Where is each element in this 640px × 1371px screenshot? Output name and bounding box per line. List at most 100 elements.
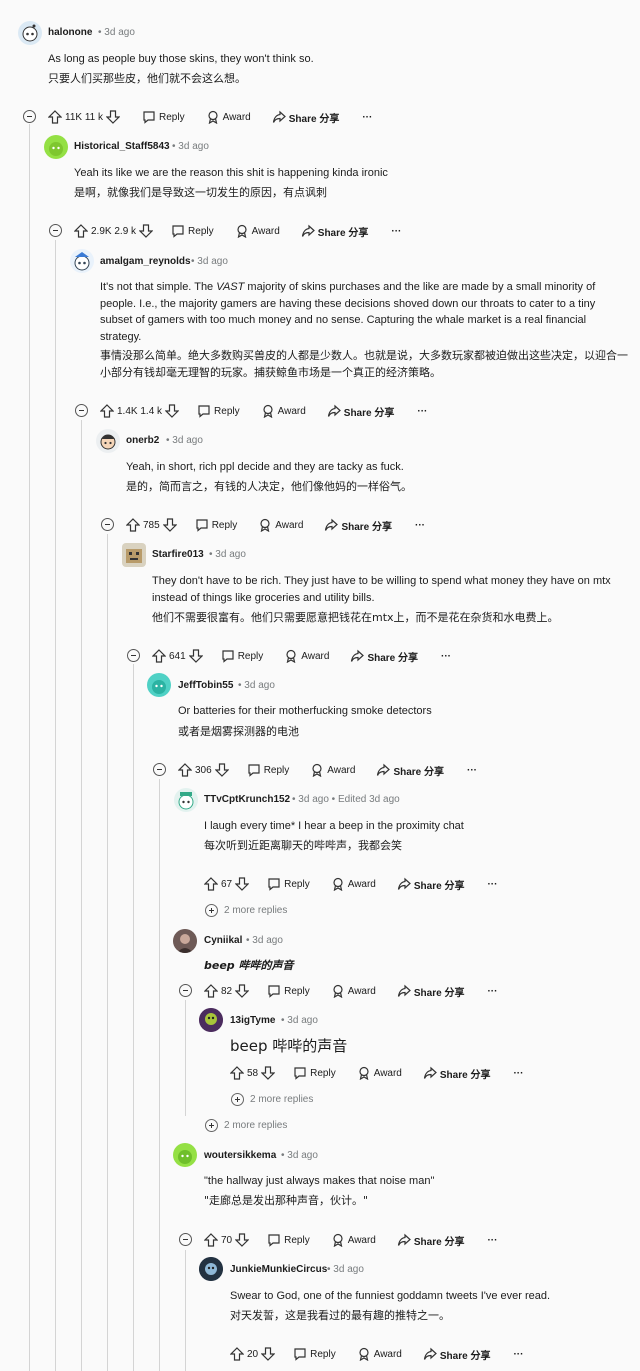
award-button[interactable]: Award	[258, 518, 306, 532]
upvote-button[interactable]	[178, 763, 192, 777]
more-replies-button[interactable]: 2 more replies	[231, 1093, 313, 1106]
upvote-icon[interactable]	[178, 763, 192, 777]
award-button[interactable]: Award	[331, 877, 379, 891]
upvote-button[interactable]	[204, 984, 218, 998]
reply-button[interactable]: Reply	[171, 224, 217, 238]
more-options-button[interactable]: ···	[487, 986, 497, 997]
upvote-icon[interactable]	[204, 1233, 218, 1247]
username[interactable]: JeffTobin55	[178, 680, 233, 691]
username[interactable]: Cyniikal	[204, 935, 242, 946]
username[interactable]: amalgam_reynolds	[100, 256, 191, 267]
share-button[interactable]: Share 分享	[301, 224, 372, 239]
upvote-icon[interactable]	[100, 404, 114, 418]
avatar[interactable]	[199, 1008, 223, 1032]
username[interactable]: Starfire013	[152, 549, 204, 560]
downvote-button[interactable]	[214, 763, 229, 777]
collapse-button[interactable]	[75, 404, 88, 417]
share-button[interactable]: Share 分享	[423, 1066, 494, 1081]
share-button[interactable]: Share 分享	[423, 1347, 494, 1362]
downvote-icon[interactable]	[165, 404, 180, 418]
reply-button[interactable]: Reply	[267, 877, 313, 891]
more-options-button[interactable]: ···	[441, 651, 451, 662]
upvote-button[interactable]	[204, 1233, 218, 1247]
upvote-button[interactable]	[230, 1066, 244, 1080]
downvote-button[interactable]	[261, 1347, 276, 1361]
share-button[interactable]: Share 分享	[397, 984, 468, 999]
upvote-icon[interactable]	[204, 984, 218, 998]
avatar[interactable]	[199, 1257, 223, 1281]
upvote-icon[interactable]	[152, 649, 166, 663]
downvote-icon[interactable]	[261, 1066, 276, 1080]
downvote-icon[interactable]	[188, 649, 203, 663]
upvote-icon[interactable]	[230, 1066, 244, 1080]
more-options-button[interactable]: ···	[487, 1235, 497, 1246]
downvote-button[interactable]	[106, 110, 120, 124]
collapse-button[interactable]	[179, 984, 192, 997]
award-button[interactable]: Award	[331, 1233, 379, 1247]
upvote-icon[interactable]	[204, 877, 218, 891]
award-button[interactable]: Award	[331, 984, 379, 998]
award-button[interactable]: Award	[357, 1347, 405, 1361]
avatar[interactable]	[173, 1143, 197, 1167]
share-button[interactable]: Share 分享	[397, 877, 468, 892]
upvote-icon[interactable]	[230, 1347, 244, 1361]
more-options-button[interactable]: ···	[513, 1068, 523, 1079]
more-options-button[interactable]: ···	[417, 406, 427, 417]
downvote-icon[interactable]	[235, 1233, 250, 1247]
downvote-button[interactable]	[235, 984, 250, 998]
avatar[interactable]	[174, 788, 198, 812]
more-replies-button[interactable]: 2 more replies	[205, 1119, 287, 1132]
collapse-button[interactable]	[127, 649, 140, 662]
collapse-button[interactable]	[101, 518, 114, 531]
collapse-button[interactable]	[153, 763, 166, 776]
reply-button[interactable]: Reply	[197, 404, 243, 418]
upvote-button[interactable]	[48, 110, 62, 124]
reply-button[interactable]: Reply	[221, 649, 267, 663]
avatar[interactable]	[18, 21, 42, 45]
downvote-button[interactable]	[188, 649, 203, 663]
avatar[interactable]	[44, 135, 68, 159]
username[interactable]: halonone	[48, 27, 92, 38]
share-button[interactable]: Share 分享	[324, 518, 395, 533]
downvote-icon[interactable]	[235, 984, 250, 998]
collapse-button[interactable]	[49, 224, 62, 237]
share-button[interactable]: Share 分享	[327, 404, 398, 419]
upvote-icon[interactable]	[74, 224, 88, 238]
downvote-icon[interactable]	[261, 1347, 276, 1361]
share-button[interactable]: Share 分享	[376, 763, 447, 778]
award-button[interactable]: Award	[357, 1066, 405, 1080]
downvote-button[interactable]	[235, 1233, 250, 1247]
reply-button[interactable]: Reply	[293, 1066, 339, 1080]
username[interactable]: TTvCptKrunch152	[204, 794, 290, 805]
more-options-button[interactable]: ···	[415, 520, 425, 531]
share-button[interactable]: Share 分享	[272, 110, 343, 125]
share-button[interactable]: Share 分享	[350, 649, 421, 664]
downvote-button[interactable]	[162, 518, 177, 532]
downvote-icon[interactable]	[214, 763, 229, 777]
share-button[interactable]: Share 分享	[397, 1233, 468, 1248]
upvote-button[interactable]	[126, 518, 140, 532]
reply-button[interactable]: Reply	[267, 1233, 313, 1247]
upvote-button[interactable]	[100, 404, 114, 418]
award-button[interactable]: Award	[284, 649, 332, 663]
more-replies-button[interactable]: 2 more replies	[205, 904, 287, 917]
award-button[interactable]: Award	[310, 763, 358, 777]
downvote-icon[interactable]	[162, 518, 177, 532]
award-button[interactable]: Award	[235, 224, 283, 238]
reply-button[interactable]: Reply	[293, 1347, 339, 1361]
upvote-button[interactable]	[230, 1347, 244, 1361]
reply-button[interactable]: Reply	[142, 110, 188, 124]
avatar[interactable]	[70, 249, 94, 273]
upvote-button[interactable]	[204, 877, 218, 891]
username[interactable]: Historical_Staff5843	[74, 141, 170, 152]
username[interactable]: onerb2	[126, 435, 159, 446]
collapse-button[interactable]	[23, 110, 36, 123]
downvote-button[interactable]	[139, 224, 154, 238]
reply-button[interactable]: Reply	[247, 763, 293, 777]
more-options-button[interactable]: ···	[487, 879, 497, 890]
more-options-button[interactable]: ···	[362, 112, 372, 123]
upvote-button[interactable]	[152, 649, 166, 663]
downvote-button[interactable]	[261, 1066, 276, 1080]
avatar[interactable]	[147, 673, 171, 697]
reply-button[interactable]: Reply	[267, 984, 313, 998]
